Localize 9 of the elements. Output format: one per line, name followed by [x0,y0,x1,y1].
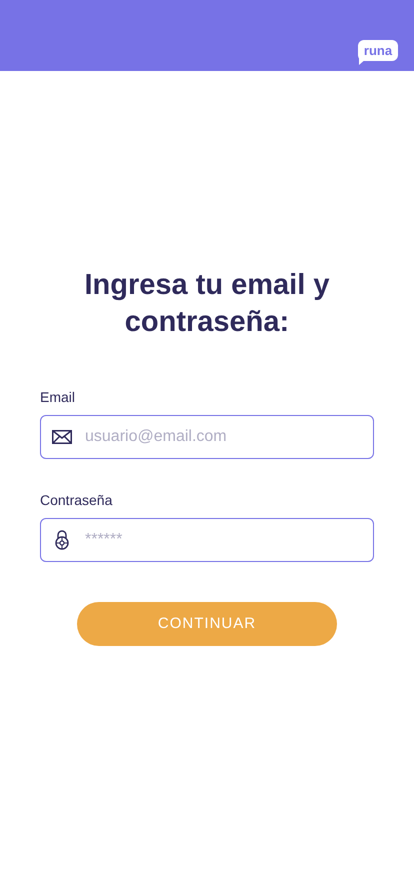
password-field[interactable]: ****** [40,518,374,562]
field-label: Email [40,388,76,407]
page-title: Ingresa tu email y contraseña: [84,268,330,340]
continue-button[interactable]: CONTINUAR [77,602,337,646]
field-label: Contraseña [40,491,114,510]
lock-icon [54,530,70,550]
email-field[interactable]: usuario@email.com [40,415,374,459]
envelope-icon [52,430,72,444]
logo: runa [358,40,398,61]
